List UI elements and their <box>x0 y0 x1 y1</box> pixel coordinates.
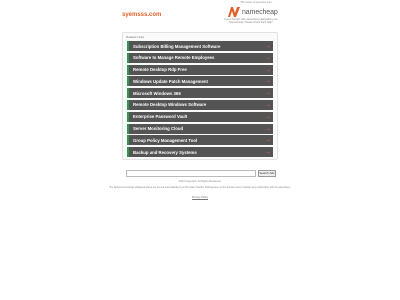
registrar-logo[interactable]: namecheap <box>228 5 284 19</box>
related-link-label: Subscription Billing Management Software <box>133 43 221 49</box>
related-links-list: Subscription Billing Management Software… <box>127 41 273 159</box>
privacy-policy-link[interactable]: Privacy Policy <box>0 196 400 199</box>
namecheap-icon <box>228 7 240 17</box>
chevron-right-icon: ››› <box>267 150 270 155</box>
search-bar: Search Ads <box>126 170 276 177</box>
related-link-label: Server Monitoring Cloud <box>133 126 184 132</box>
chevron-right-icon: ››› <box>267 102 270 107</box>
related-link[interactable]: Backup and Recovery Systems ››› <box>127 147 273 158</box>
search-button[interactable]: Search Ads <box>258 170 276 177</box>
related-link[interactable]: Remote Desktop Windows Software ››› <box>127 99 273 110</box>
related-link[interactable]: Server Monitoring Cloud ››› <box>127 123 273 134</box>
registrar-name: namecheap <box>242 8 278 16</box>
related-link[interactable]: Microsoft Windows 365 ››› <box>127 88 273 99</box>
owner-note: The owner of syemsss.com <box>240 1 272 4</box>
domain-title: syemsss.com <box>122 12 162 18</box>
chevron-right-icon: ››› <box>267 67 270 72</box>
related-link-label: Microsoft Windows 365 <box>133 90 181 96</box>
search-input[interactable] <box>126 170 256 177</box>
parked-domain-page: syemsss.com The owner of syemsss.com nam… <box>0 0 400 300</box>
related-link[interactable]: Remote Desktop Rdp Free ››› <box>127 64 273 75</box>
related-link-label: Group Policy Management Tool <box>133 137 198 143</box>
related-link[interactable]: Group Policy Management Tool ››› <box>127 135 273 146</box>
chevron-right-icon: ››› <box>267 126 270 131</box>
chevron-right-icon: ››› <box>267 114 270 119</box>
chevron-right-icon: ››› <box>267 79 270 84</box>
related-link-label: Windows Update Patch Management <box>133 78 208 84</box>
copyright-text: 2024 Copyright. All Rights Reserved. <box>178 180 222 183</box>
related-link[interactable]: Subscription Billing Management Software… <box>127 41 273 51</box>
registrar-note: has a domain with nameshow sale/parking … <box>224 18 278 25</box>
related-link-label: Remote Desktop Rdp Free <box>133 67 187 73</box>
chevron-right-icon: ››› <box>267 138 270 143</box>
related-links-label: Related Links <box>126 35 145 39</box>
related-link-label: Backup and Recovery Systems <box>133 149 197 155</box>
chevron-right-icon: ››› <box>267 55 270 60</box>
related-link-label: Remote Desktop Windows Software <box>133 102 207 108</box>
chevron-right-icon: ››› <box>267 91 270 96</box>
chevron-right-icon: ››› <box>267 44 270 48</box>
disclaimer-text: The Sponsored Listings displayed above a… <box>109 186 291 189</box>
related-link[interactable]: Enterprise Password Vault ››› <box>127 111 273 122</box>
related-link-label: Enterprise Password Vault <box>133 114 188 120</box>
related-link[interactable]: Software to Manage Remote Employees ››› <box>127 52 273 63</box>
related-link-label: Software to Manage Remote Employees <box>133 55 215 61</box>
related-link[interactable]: Windows Update Patch Management ››› <box>127 76 273 87</box>
related-links-panel: Related Links Subscription Billing Manag… <box>122 32 278 160</box>
